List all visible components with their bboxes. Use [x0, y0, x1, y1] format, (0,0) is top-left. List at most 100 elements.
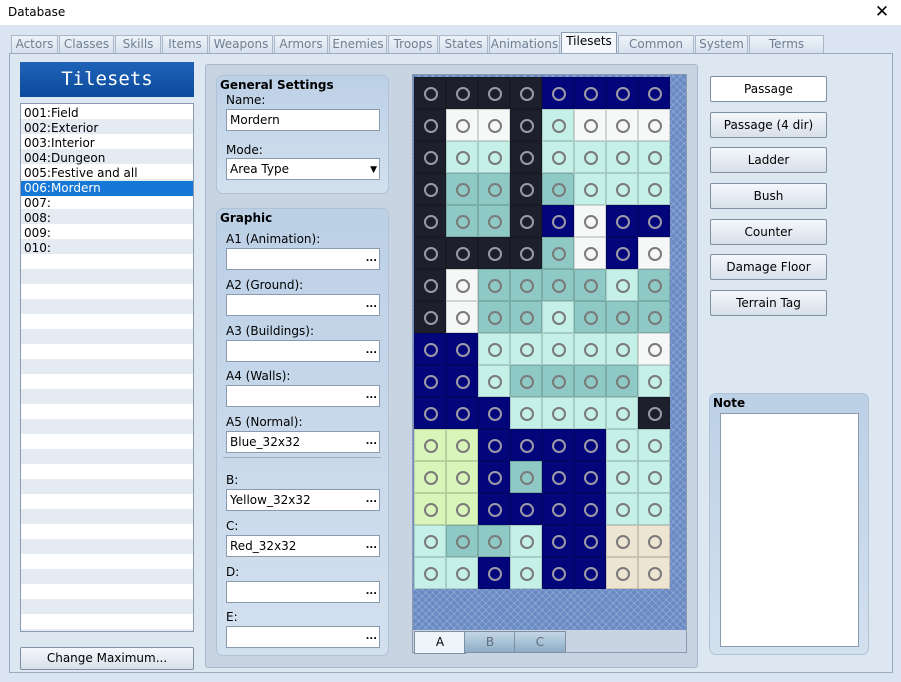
- tile[interactable]: [638, 109, 670, 141]
- tile[interactable]: [414, 429, 446, 461]
- tile[interactable]: [510, 493, 542, 525]
- close-icon[interactable]: ✕: [873, 2, 891, 22]
- browse-button[interactable]: ...: [366, 490, 377, 510]
- tile[interactable]: [574, 429, 606, 461]
- change-maximum-button[interactable]: Change Maximum...: [20, 647, 194, 670]
- tab-armors[interactable]: Armors: [274, 35, 328, 54]
- tile[interactable]: [606, 397, 638, 429]
- tile[interactable]: [510, 237, 542, 269]
- tile[interactable]: [542, 237, 574, 269]
- tile-tab-c[interactable]: C: [514, 631, 566, 653]
- list-item[interactable]: 010:: [21, 241, 193, 256]
- tile[interactable]: [446, 269, 478, 301]
- tab-weapons[interactable]: Weapons: [209, 35, 273, 54]
- tile[interactable]: [510, 77, 542, 109]
- tile[interactable]: [478, 429, 510, 461]
- tile[interactable]: [510, 557, 542, 589]
- tile-grid[interactable]: [414, 77, 670, 589]
- tile[interactable]: [510, 333, 542, 365]
- tile[interactable]: [446, 141, 478, 173]
- tile[interactable]: [478, 237, 510, 269]
- tile[interactable]: [414, 301, 446, 333]
- tile[interactable]: [574, 461, 606, 493]
- tile[interactable]: [606, 461, 638, 493]
- tile[interactable]: [638, 461, 670, 493]
- tile[interactable]: [606, 205, 638, 237]
- tile[interactable]: [510, 461, 542, 493]
- tile[interactable]: [542, 461, 574, 493]
- tile-tab-b[interactable]: B: [464, 631, 516, 653]
- tile[interactable]: [478, 461, 510, 493]
- tile[interactable]: [478, 301, 510, 333]
- mode-button-terrain-tag[interactable]: Terrain Tag: [710, 290, 827, 316]
- tile[interactable]: [574, 173, 606, 205]
- browse-button[interactable]: ...: [366, 295, 377, 315]
- tile[interactable]: [638, 77, 670, 109]
- tile[interactable]: [510, 109, 542, 141]
- tile[interactable]: [606, 77, 638, 109]
- tile[interactable]: [446, 77, 478, 109]
- mode-button-damage-floor[interactable]: Damage Floor: [710, 254, 827, 280]
- mode-button-counter[interactable]: Counter: [710, 219, 827, 245]
- tile[interactable]: [478, 493, 510, 525]
- tile[interactable]: [638, 141, 670, 173]
- list-item[interactable]: 008:: [21, 211, 193, 226]
- tab-common-events[interactable]: Common Events: [618, 35, 694, 68]
- tile[interactable]: [574, 397, 606, 429]
- tile[interactable]: [606, 557, 638, 589]
- tileset-list[interactable]: 001:Field 002:Exterior 003:Interior 004:Dun…: [20, 103, 194, 632]
- graphic-input[interactable]: Yellow_32x32...: [226, 489, 380, 511]
- tile[interactable]: [446, 237, 478, 269]
- tile[interactable]: [638, 429, 670, 461]
- tile[interactable]: [638, 365, 670, 397]
- tile[interactable]: [446, 365, 478, 397]
- tile[interactable]: [510, 525, 542, 557]
- graphic-input[interactable]: ...: [226, 340, 380, 362]
- tile[interactable]: [446, 461, 478, 493]
- graphic-input[interactable]: ...: [226, 248, 380, 270]
- tile[interactable]: [510, 365, 542, 397]
- tile[interactable]: [414, 525, 446, 557]
- tile[interactable]: [446, 301, 478, 333]
- tile[interactable]: [542, 429, 574, 461]
- tile[interactable]: [478, 141, 510, 173]
- browse-button[interactable]: ...: [366, 627, 377, 647]
- tile[interactable]: [414, 237, 446, 269]
- tile[interactable]: [446, 173, 478, 205]
- list-item[interactable]: 003:Interior: [21, 136, 193, 151]
- mode-button-bush[interactable]: Bush: [710, 183, 827, 209]
- tile[interactable]: [510, 141, 542, 173]
- tile[interactable]: [478, 269, 510, 301]
- tab-troops[interactable]: Troops: [388, 35, 438, 54]
- tab-skills[interactable]: Skills: [115, 35, 161, 54]
- tile-palette[interactable]: ABC: [412, 74, 687, 654]
- graphic-input[interactable]: ...: [226, 581, 380, 603]
- tile[interactable]: [414, 557, 446, 589]
- tile[interactable]: [574, 237, 606, 269]
- tile[interactable]: [606, 493, 638, 525]
- graphic-input[interactable]: Red_32x32...: [226, 535, 380, 557]
- tile[interactable]: [574, 109, 606, 141]
- graphic-input[interactable]: Blue_32x32...: [226, 431, 380, 453]
- tile[interactable]: [510, 173, 542, 205]
- tile[interactable]: [414, 109, 446, 141]
- tile[interactable]: [446, 493, 478, 525]
- tile[interactable]: [638, 493, 670, 525]
- tile[interactable]: [542, 109, 574, 141]
- tile[interactable]: [414, 205, 446, 237]
- tile[interactable]: [638, 525, 670, 557]
- tile[interactable]: [510, 269, 542, 301]
- tile[interactable]: [446, 429, 478, 461]
- tile[interactable]: [574, 557, 606, 589]
- tile[interactable]: [478, 525, 510, 557]
- tile[interactable]: [510, 397, 542, 429]
- tile[interactable]: [542, 397, 574, 429]
- browse-button[interactable]: ...: [366, 432, 377, 452]
- browse-button[interactable]: ...: [366, 249, 377, 269]
- tile[interactable]: [414, 397, 446, 429]
- tile[interactable]: [446, 109, 478, 141]
- tile[interactable]: [638, 557, 670, 589]
- tile[interactable]: [542, 173, 574, 205]
- name-input[interactable]: Mordern: [226, 109, 380, 131]
- tile[interactable]: [542, 493, 574, 525]
